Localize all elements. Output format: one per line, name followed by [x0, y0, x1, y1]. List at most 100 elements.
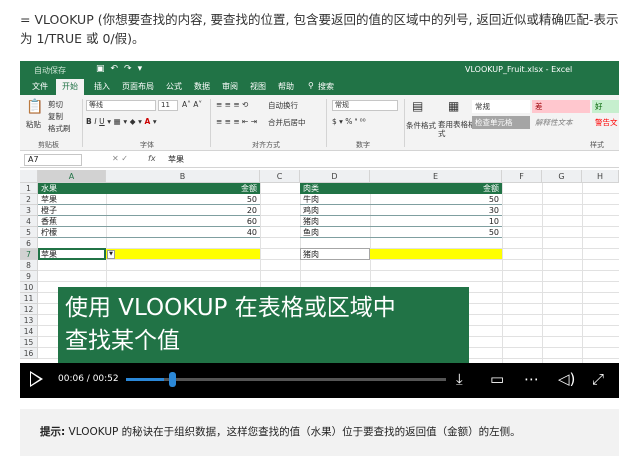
- style-explanatory: 解释性文本: [535, 118, 573, 127]
- currency-icon: $ ▾ % ❜ ⁰⁰: [332, 117, 366, 126]
- font-grow-icon: A˄ A˅: [182, 100, 203, 109]
- dropdown-arrow-icon: ▼: [107, 250, 115, 259]
- caption-line: 使用 VLOOKUP 在表格或区域中: [65, 295, 396, 321]
- row-header: 15: [20, 337, 38, 348]
- font-size-box: 11: [158, 100, 178, 111]
- search-icon: ⚲: [308, 81, 314, 90]
- copy-label: 复制: [48, 112, 63, 121]
- style-warning: 警告文: [595, 118, 618, 127]
- player-controls: 00:06 / 00:52 ⤓ ▭ ⋯ ◁) ⤢: [20, 363, 619, 398]
- column-header: G: [542, 170, 582, 183]
- table-row-border: [300, 227, 502, 238]
- bold-icon: B I U ▾ ▦ ▾ ◆ ▾ A ▾: [86, 117, 157, 126]
- column-header: A: [38, 170, 106, 183]
- autosave-label: 自动保存: [34, 66, 66, 75]
- grid-line: [542, 183, 543, 363]
- column-header: F: [502, 170, 542, 183]
- cell-border: [300, 248, 370, 260]
- number-format-box: 常规: [332, 100, 398, 111]
- font-name-box: 等线: [86, 100, 156, 111]
- highlight-cell: [370, 249, 502, 259]
- intro-text: = VLOOKUP (你想要查找的内容, 要查找的位置, 包含要返回的值的区域中…: [20, 12, 619, 46]
- row-header: 1: [20, 183, 38, 194]
- play-icon[interactable]: [30, 371, 43, 387]
- active-cell-border: [38, 248, 106, 260]
- row-header: 14: [20, 326, 38, 337]
- tab-formulas: 公式: [166, 82, 182, 91]
- formula-cancel-icon: ✕ ✓: [112, 154, 128, 163]
- row-header: 10: [20, 282, 38, 293]
- volume-icon[interactable]: ◁): [558, 369, 575, 389]
- row-header: 7: [20, 249, 38, 260]
- style-check-cell: 检查单元格: [472, 116, 530, 129]
- row-header: 6: [20, 238, 38, 249]
- name-box: A7: [24, 154, 82, 166]
- table-row-border: [38, 194, 260, 205]
- tip-box: 提示: VLOOKUP 的秘诀在于组织数据，这样您查找的值（水果）位于要查找的返…: [20, 409, 619, 456]
- video-caption: 使用 VLOOKUP 在表格或区域中 查找某个值: [58, 287, 469, 363]
- conditional-format-label: 条件格式: [406, 121, 436, 130]
- merge-center-label: 合并后居中: [268, 118, 306, 127]
- table-row-border: [300, 216, 502, 227]
- excel-titlebar: 自动保存 ▣↶↷▾ VLOOKUP_Fruit.xlsx - Excel: [20, 61, 619, 78]
- row-header: 2: [20, 194, 38, 205]
- ribbon-divider: [404, 99, 405, 147]
- select-all-corner: [20, 170, 38, 183]
- tip-label: 提示:: [40, 426, 66, 438]
- more-icon[interactable]: ⋯: [524, 369, 539, 389]
- grid-line: [38, 281, 619, 282]
- table-header: 金额: [106, 183, 260, 194]
- table-format-icon: ▦: [448, 99, 460, 113]
- table-row-border: [38, 216, 260, 227]
- tab-file: 文件: [32, 82, 48, 91]
- group-clipboard: 剪贴板: [38, 141, 59, 149]
- style-good: 好: [592, 100, 619, 113]
- group-alignment: 对齐方式: [252, 141, 280, 149]
- fx-icon: fx: [148, 154, 156, 163]
- column-header: C: [260, 170, 300, 183]
- time-readout: 00:06 / 00:52: [58, 374, 119, 384]
- seek-progress: [126, 378, 165, 381]
- row-header: 12: [20, 304, 38, 315]
- paste-icon: 📋: [26, 99, 44, 115]
- column-header: B: [106, 170, 260, 183]
- style-bad: 差: [532, 100, 590, 113]
- captions-icon[interactable]: ▭: [490, 369, 504, 389]
- grid-line: [38, 270, 619, 271]
- seek-handle[interactable]: [169, 372, 177, 387]
- tab-help: 帮助: [278, 82, 294, 91]
- grid-line: [502, 183, 503, 363]
- row-header: 3: [20, 205, 38, 216]
- table-header: 金额: [370, 183, 502, 194]
- cut-label: 剪切: [48, 100, 63, 109]
- table-row-border: [38, 205, 260, 216]
- ribbon-divider: [82, 99, 83, 147]
- paste-label: 粘贴: [26, 120, 41, 129]
- row-header: 13: [20, 315, 38, 326]
- caption-line: 查找某个值: [65, 328, 180, 354]
- ribbon: 📋 粘贴 剪切 复制 格式刷 剪贴板 等线 11 A˄ A˅ B I U ▾ ▦…: [20, 95, 619, 151]
- document-title: VLOOKUP_Fruit.xlsx - Excel: [465, 65, 573, 74]
- row-header: 9: [20, 271, 38, 282]
- row-header: 11: [20, 293, 38, 304]
- row-header: 8: [20, 260, 38, 271]
- table-row-border: [38, 227, 260, 238]
- highlight-cell: [106, 249, 260, 259]
- download-icon[interactable]: ⤓: [456, 369, 463, 389]
- table-row-border: [300, 205, 502, 216]
- ribbon-tabs: 文件 开始 插入 页面布局 公式 数据 审阅 视图 帮助 ⚲ 搜索: [20, 78, 619, 95]
- formula-value: 苹果: [168, 155, 184, 164]
- conditional-format-icon: ▤: [412, 99, 424, 113]
- table-row-border: [300, 194, 502, 205]
- column-header: E: [370, 170, 502, 183]
- tab-view: 视图: [250, 82, 266, 91]
- column-header: D: [300, 170, 370, 183]
- tip-text: VLOOKUP 的秘诀在于组织数据，这样您查找的值（水果）位于要查找的返回值（金…: [65, 426, 521, 438]
- tab-insert: 插入: [94, 82, 110, 91]
- tab-home: 开始: [56, 79, 84, 95]
- fullscreen-icon[interactable]: ⤢: [592, 369, 604, 389]
- row-header: 5: [20, 227, 38, 238]
- ribbon-divider: [210, 99, 211, 147]
- video-player[interactable]: 自动保存 ▣↶↷▾ VLOOKUP_Fruit.xlsx - Excel 文件 …: [20, 61, 619, 398]
- wrap-text-label: 自动换行: [268, 101, 298, 110]
